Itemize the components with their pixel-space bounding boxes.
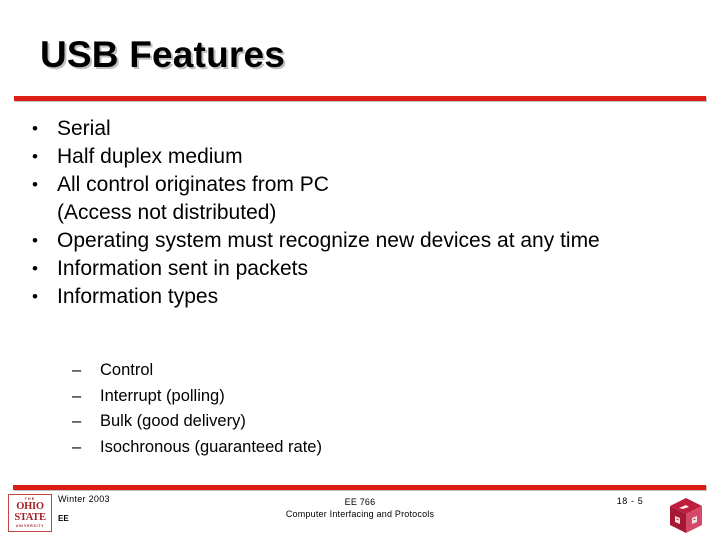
bullet-marker-icon: •	[32, 119, 38, 138]
footer-course-title: Computer Interfacing and Protocols	[285, 509, 435, 519]
bullet-marker-icon: •	[32, 287, 38, 306]
bullet-text: Information sent in packets	[57, 257, 308, 280]
sub-list-item: – Bulk (good delivery)	[72, 409, 592, 435]
sub-bullet-text: Interrupt (polling)	[100, 386, 225, 405]
bullet-list: • Serial • Half duplex medium • All cont…	[32, 115, 692, 311]
bullet-text: Half duplex medium	[57, 145, 243, 168]
dash-marker-icon: –	[72, 437, 82, 456]
sub-bullet-list: – Control – Interrupt (polling) – Bulk (…	[72, 358, 592, 460]
list-item: • Serial	[32, 115, 692, 143]
dash-marker-icon: –	[72, 386, 82, 405]
list-item: • Operating system must recognize new de…	[32, 227, 692, 255]
list-item: • Information sent in packets	[32, 255, 692, 283]
bullet-text: Serial	[57, 117, 111, 140]
slide-canvas: USB Features • Serial • Half duplex medi…	[0, 0, 720, 540]
footer-page-number: 18 - 5	[616, 496, 644, 506]
sub-list-item: – Interrupt (polling)	[72, 384, 592, 410]
bullet-marker-icon: •	[32, 259, 38, 278]
list-item: • All control originates from PC (Access…	[32, 171, 692, 227]
logo-line-university: UNIVERSITY	[15, 524, 45, 528]
list-item: • Information types	[32, 283, 692, 311]
bullet-text: Operating system must recognize new devi…	[57, 229, 600, 252]
dash-marker-icon: –	[72, 361, 82, 379]
list-item: • Half duplex medium	[32, 143, 692, 171]
title-divider-rule	[14, 96, 706, 101]
sub-bullet-text: Isochronous (guaranteed rate)	[100, 437, 322, 456]
bullet-text: Information types	[57, 285, 219, 308]
bullet-marker-icon: •	[32, 175, 38, 194]
sub-list-item: – Isochronous (guaranteed rate)	[72, 435, 592, 461]
bullet-text: All control originates from PC (Access n…	[57, 173, 329, 224]
page-title: USB Features	[40, 34, 286, 75]
dash-marker-icon: –	[72, 412, 82, 430]
cube-logo-icon	[667, 496, 705, 536]
bullet-marker-icon: •	[32, 147, 38, 166]
sub-bullet-text: Bulk (good delivery)	[100, 412, 246, 430]
sub-list-item: – Control	[72, 358, 592, 384]
sub-bullet-text: Control	[100, 361, 154, 379]
bullet-marker-icon: •	[32, 231, 38, 250]
footer-divider-rule	[13, 485, 706, 490]
